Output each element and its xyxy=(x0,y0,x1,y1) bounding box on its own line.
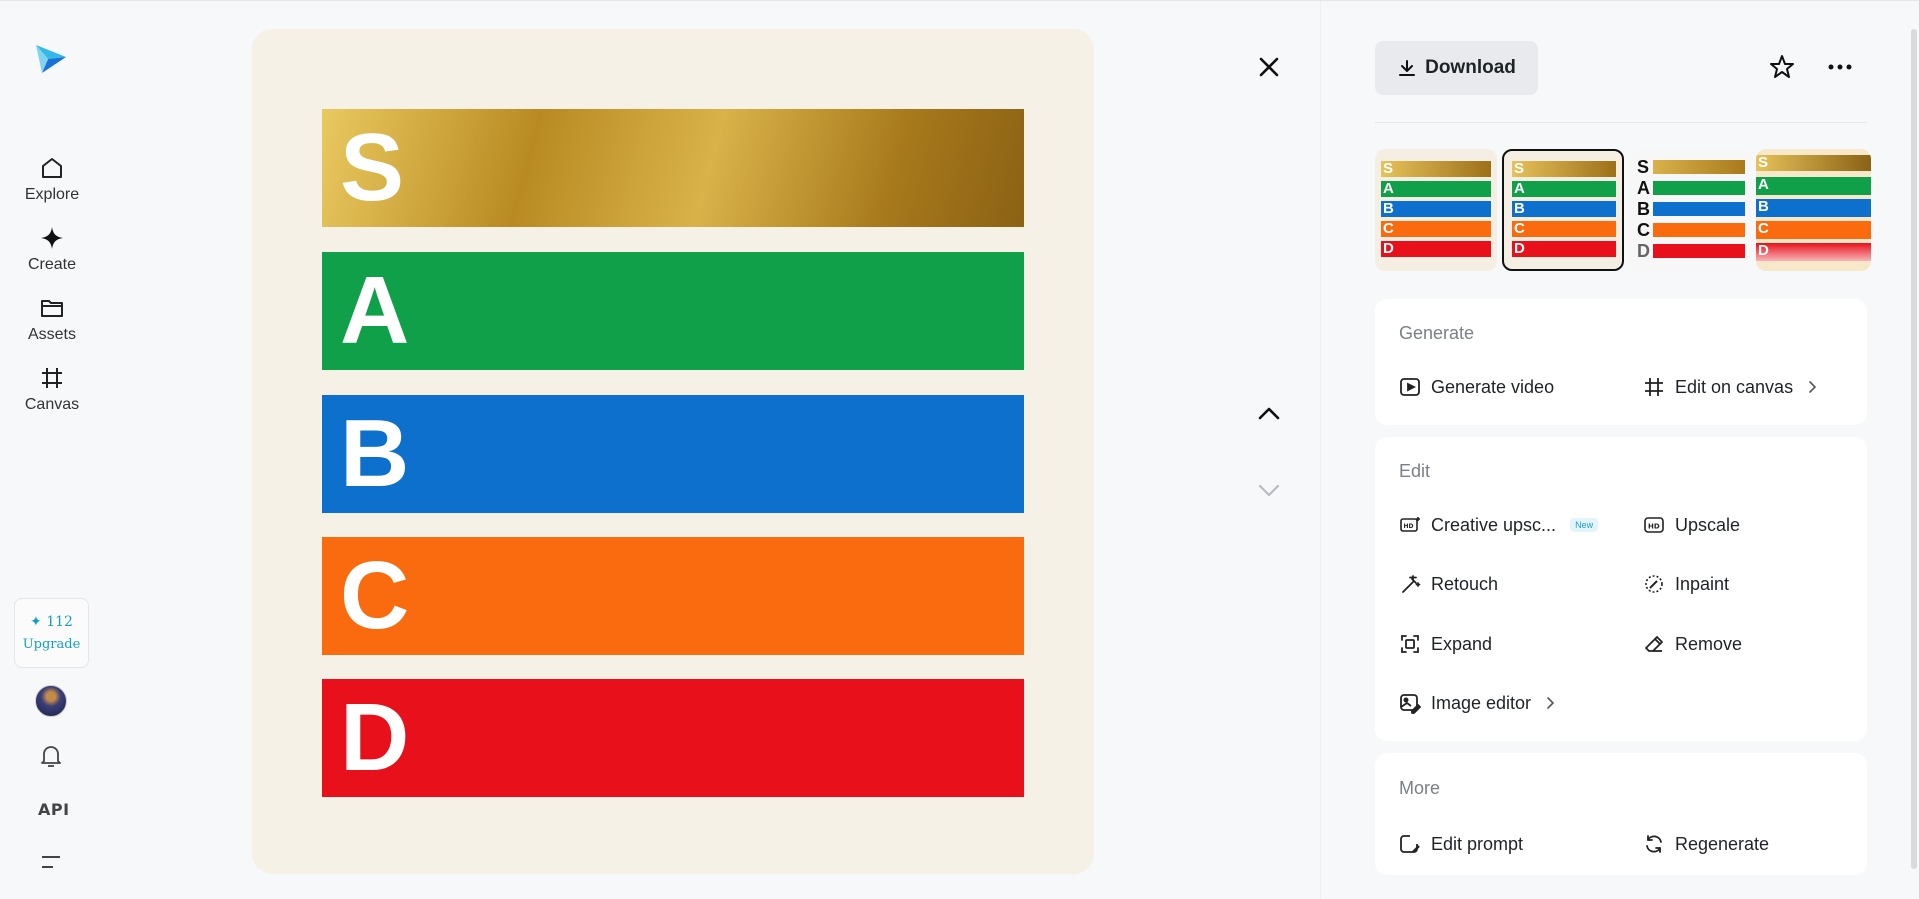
nav-label: Explore xyxy=(24,186,80,203)
edit-prompt-icon xyxy=(1400,835,1420,853)
menu-icon[interactable] xyxy=(40,853,62,871)
canvas-icon xyxy=(1645,378,1663,396)
hd-icon: HD xyxy=(1644,517,1664,533)
home-icon xyxy=(42,158,62,178)
canvas-icon xyxy=(42,368,62,388)
sparkle-icon xyxy=(41,227,63,249)
thumbnail-1[interactable]: S A B C D xyxy=(1375,149,1497,271)
download-icon xyxy=(1399,60,1416,76)
image-edit-icon xyxy=(1400,694,1421,714)
avatar[interactable] xyxy=(35,685,67,717)
credits-count: ✦ 112 xyxy=(30,614,73,630)
action-label: Upscale xyxy=(1675,514,1741,535)
upscale-button[interactable]: HD Upscale xyxy=(1643,514,1740,536)
download-label: Download xyxy=(1425,57,1516,78)
generate-card: Generate Generate video Edit on canvas xyxy=(1375,299,1867,425)
folder-icon xyxy=(41,300,63,317)
action-label: Edit on canvas xyxy=(1675,376,1794,397)
tier-letter: A xyxy=(340,257,410,364)
chevron-right-icon xyxy=(1809,381,1817,393)
bell-icon[interactable] xyxy=(37,742,65,770)
nav-create[interactable]: Create xyxy=(0,225,104,287)
tier-letter: D xyxy=(340,684,410,791)
action-label: Image editor xyxy=(1431,692,1532,713)
tier-row-s: S xyxy=(322,109,1024,227)
play-video-icon xyxy=(1400,378,1420,396)
thumbnail-4[interactable]: S A B C D xyxy=(1756,149,1871,271)
nav-label: Canvas xyxy=(24,396,80,413)
api-link[interactable]: API xyxy=(38,800,70,819)
regenerate-icon xyxy=(1646,835,1662,853)
generate-title: Generate xyxy=(1399,323,1475,343)
tier-row-b: B xyxy=(322,395,1024,513)
chevron-up-icon[interactable] xyxy=(1256,402,1282,424)
svg-text:HD: HD xyxy=(1404,523,1414,530)
action-label: Expand xyxy=(1431,633,1493,654)
more-card: More Edit prompt Regenerate xyxy=(1375,753,1867,875)
nav-label: Assets xyxy=(27,326,76,343)
edit-on-canvas-button[interactable]: Edit on canvas xyxy=(1643,376,1819,398)
divider xyxy=(1320,1,1321,899)
edit-card: Edit HD Creative upsc... New HD Upscale … xyxy=(1375,437,1867,741)
divider xyxy=(1375,122,1867,123)
svg-text:HD: HD xyxy=(1648,523,1660,531)
details-panel: Download S A B C D S A B C D S A B C D S… xyxy=(1375,1,1895,899)
inpaint-button[interactable]: Inpaint xyxy=(1643,573,1729,595)
credits-upgrade-box[interactable]: ✦ 112 Upgrade xyxy=(14,598,89,668)
tier-row-c: C xyxy=(322,537,1024,655)
chevron-down-icon[interactable] xyxy=(1256,479,1282,501)
tier-letter: S xyxy=(340,114,405,221)
expand-button[interactable]: Expand xyxy=(1399,633,1492,655)
magic-wand-icon xyxy=(1402,575,1421,593)
regenerate-button[interactable]: Regenerate xyxy=(1643,833,1769,855)
creative-upscale-button[interactable]: HD Creative upsc... New xyxy=(1399,514,1599,536)
nav-assets[interactable]: Assets xyxy=(0,295,104,357)
action-label: Creative upsc... xyxy=(1431,514,1557,535)
tier-row-d: D xyxy=(322,679,1024,797)
nav-explore[interactable]: Explore xyxy=(0,155,104,217)
generate-video-button[interactable]: Generate video xyxy=(1399,376,1554,398)
tier-row-a: A xyxy=(322,252,1024,370)
action-label: Regenerate xyxy=(1675,833,1770,854)
inpaint-icon xyxy=(1645,575,1663,593)
image-viewer: S A B C D xyxy=(252,29,1094,874)
thumbnail-3[interactable]: S A B C D xyxy=(1629,149,1751,271)
retouch-button[interactable]: Retouch xyxy=(1399,573,1498,595)
remove-button[interactable]: Remove xyxy=(1643,633,1742,655)
expand-icon xyxy=(1401,635,1419,653)
variation-thumbnails: S A B C D S A B C D S A B C D S A B C D xyxy=(1375,149,1895,273)
hd-plus-icon: HD xyxy=(1400,517,1420,532)
close-icon[interactable] xyxy=(1256,54,1282,80)
more-options-icon[interactable] xyxy=(1827,57,1853,77)
nav-label: Create xyxy=(27,256,77,273)
eraser-icon xyxy=(1645,636,1663,652)
nav-canvas[interactable]: Canvas xyxy=(0,365,104,427)
more-title: More xyxy=(1399,778,1441,798)
scrollbar-thumb[interactable] xyxy=(1911,29,1917,869)
action-label: Remove xyxy=(1675,633,1743,654)
tier-letter: C xyxy=(340,542,410,649)
image-editor-button[interactable]: Image editor xyxy=(1399,692,1557,714)
thumbnail-2-selected[interactable]: S A B C D xyxy=(1502,149,1624,271)
tier-letter: B xyxy=(340,400,410,507)
new-badge: New xyxy=(1570,518,1599,532)
action-label: Generate video xyxy=(1431,376,1555,397)
left-sidebar: Explore Create Assets Canvas ✦ 112 Upgra… xyxy=(0,1,104,899)
action-label: Edit prompt xyxy=(1431,833,1524,854)
upgrade-link[interactable]: Upgrade xyxy=(23,637,81,652)
download-button[interactable]: Download xyxy=(1375,41,1538,95)
chevron-right-icon xyxy=(1547,697,1555,709)
action-label: Inpaint xyxy=(1675,573,1730,594)
logo-icon[interactable] xyxy=(34,39,68,75)
action-label: Retouch xyxy=(1431,573,1499,594)
edit-title: Edit xyxy=(1399,461,1431,481)
star-icon[interactable] xyxy=(1768,53,1796,81)
edit-prompt-button[interactable]: Edit prompt xyxy=(1399,833,1523,855)
